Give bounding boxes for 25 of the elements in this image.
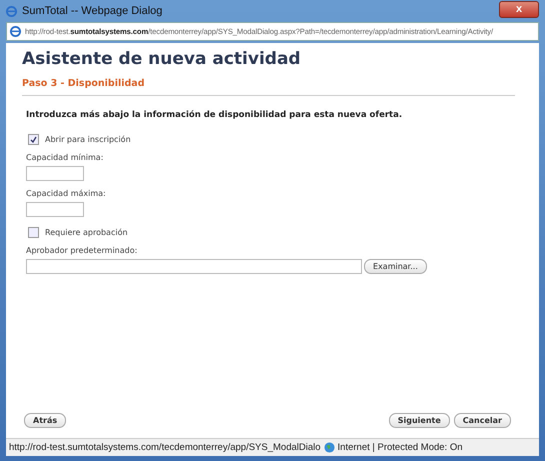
- zone-text: Internet | Protected Mode: On: [338, 442, 463, 453]
- next-button[interactable]: Siguiente: [388, 413, 450, 428]
- field-label: Capacidad mínima:: [26, 153, 104, 162]
- step-title: Paso 3 - Disponibilidad: [22, 78, 515, 96]
- globe-icon: [324, 442, 335, 453]
- check-icon: [30, 136, 37, 143]
- close-button[interactable]: x: [499, 0, 539, 18]
- input-field[interactable]: [26, 166, 84, 181]
- status-url: http://rod-test.sumtotalsystems.com/tecdemonterrey/app/SYS_ModalDialo: [9, 442, 321, 453]
- browse-button[interactable]: Examinar...: [364, 259, 427, 274]
- checkbox[interactable]: [28, 227, 39, 238]
- input-field[interactable]: [26, 259, 362, 274]
- browser-icon: [10, 26, 21, 37]
- intro-text: Introduzca más abajo la información de disponibilidad para esta nueva oferta.: [26, 110, 404, 120]
- field-label: Aprobador predeterminado:: [26, 246, 138, 255]
- browser-icon: [6, 6, 17, 16]
- checkbox[interactable]: [28, 134, 39, 145]
- checkbox-label: Abrir para inscripción: [45, 135, 131, 144]
- field-label: Capacidad máxima:: [26, 189, 107, 198]
- checkbox-label: Requiere aprobación: [45, 228, 128, 237]
- input-field[interactable]: [26, 202, 84, 217]
- page-title: Asistente de nueva actividad: [22, 49, 302, 69]
- window-title: SumTotal -- Webpage Dialog: [22, 5, 164, 17]
- back-button[interactable]: Atrás: [24, 413, 66, 428]
- cancel-button[interactable]: Cancelar: [454, 413, 511, 428]
